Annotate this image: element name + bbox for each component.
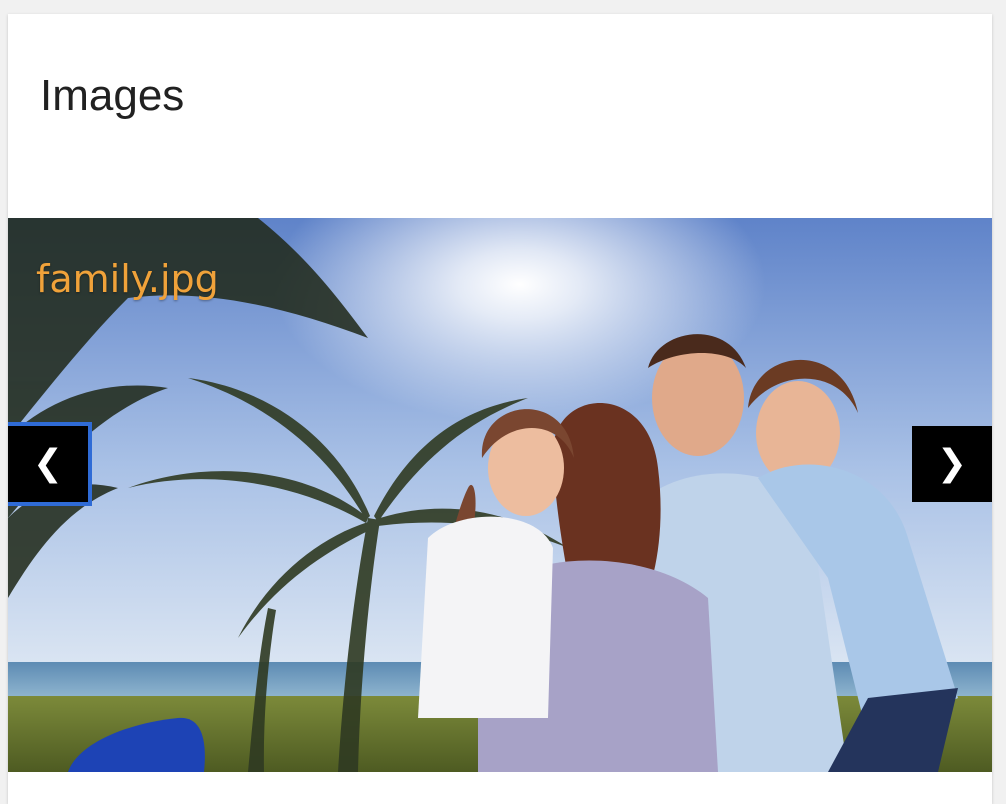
card-title: Images: [40, 71, 185, 120]
card-footer: [8, 772, 992, 804]
slide-caption: family.jpg: [36, 257, 219, 301]
next-slide-button[interactable]: ❯: [912, 426, 992, 502]
image-carousel[interactable]: family.jpg ❮ ❯: [8, 218, 992, 772]
chevron-right-icon: ❯: [936, 443, 968, 484]
previous-slide-button[interactable]: ❮: [8, 426, 88, 502]
images-card: Images family.jpg ❮ ❯: [8, 14, 992, 804]
chevron-left-icon: ❮: [32, 443, 64, 484]
